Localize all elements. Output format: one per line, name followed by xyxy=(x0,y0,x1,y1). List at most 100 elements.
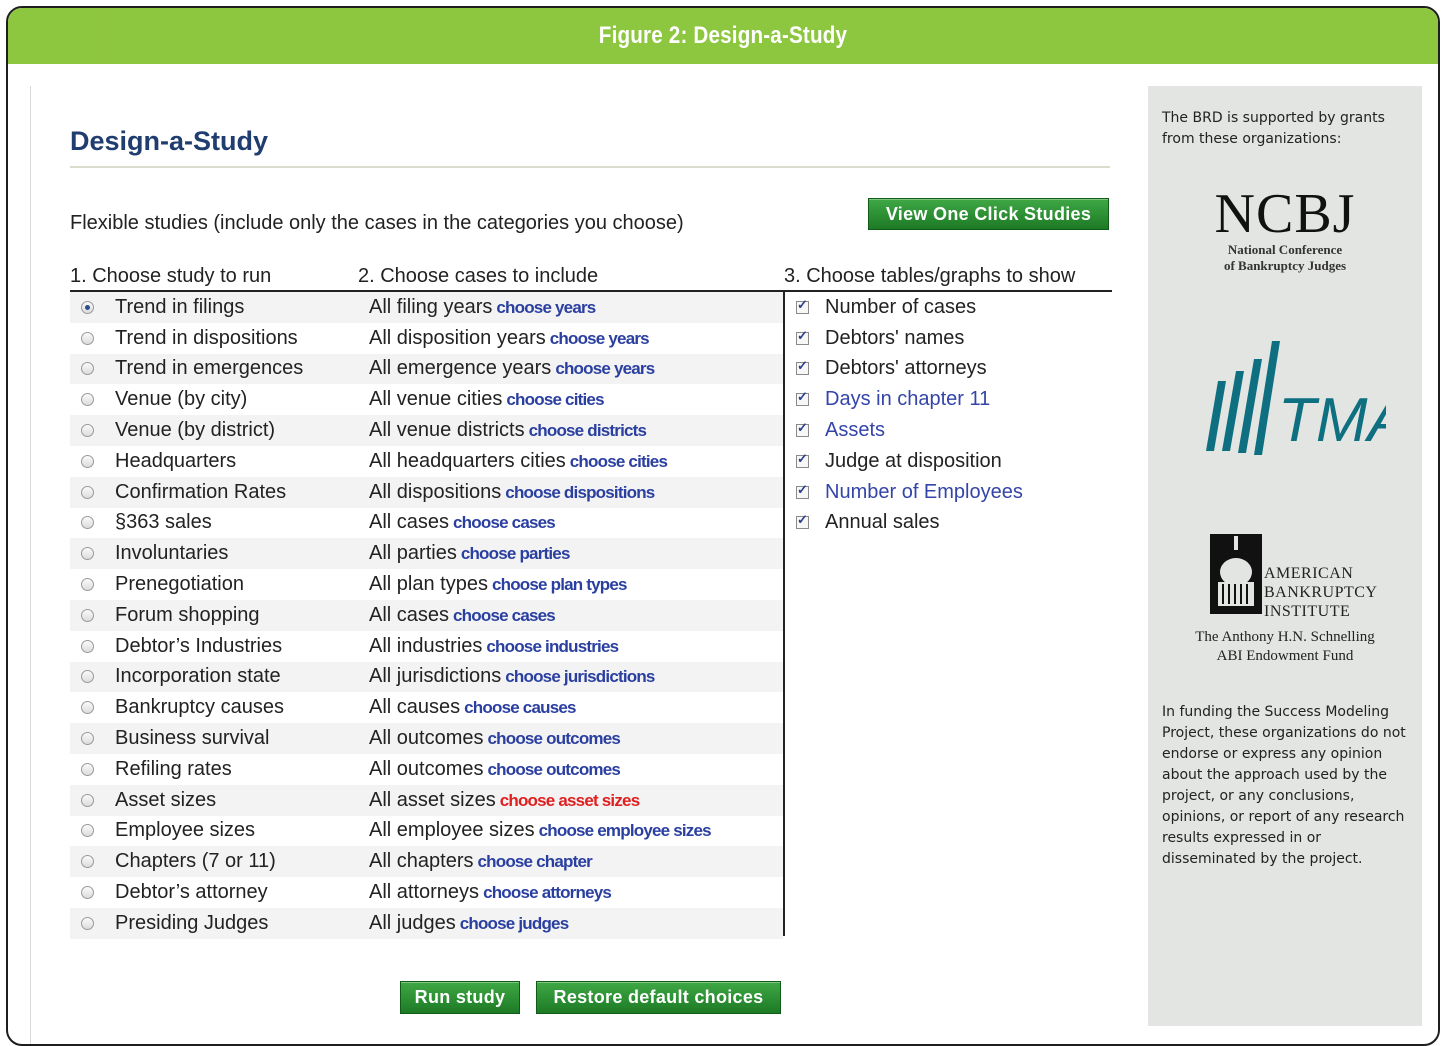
cases-cell: All emergence years choose years xyxy=(369,357,783,380)
choose-link[interactable]: choose asset sizes xyxy=(500,791,640,810)
abi-name: AMERICAN BANKRUPTCY INSTITUTE xyxy=(1264,564,1377,621)
page-title: Design-a-Study xyxy=(70,126,269,156)
table-checkbox[interactable] xyxy=(796,358,809,376)
ncbj-logo: NCBJ National Conference of Bankruptcy J… xyxy=(1148,186,1422,274)
choose-link[interactable]: choose years xyxy=(555,359,655,378)
column-divider xyxy=(783,290,785,936)
choose-link[interactable]: choose cases xyxy=(453,606,556,625)
study-radio[interactable] xyxy=(81,855,94,869)
cases-cell: All filing years choose years xyxy=(369,296,783,319)
study-label: Trend in dispositions xyxy=(115,326,298,349)
study-radio[interactable] xyxy=(81,547,94,561)
cases-cell: All plan types choose plan types xyxy=(369,573,783,596)
study-radio[interactable] xyxy=(81,331,94,345)
study-label: Debtor’s attorney xyxy=(115,881,268,904)
ncbj-name-line2: of Bankruptcy Judges xyxy=(1223,258,1347,273)
table-checkbox[interactable] xyxy=(796,482,809,499)
view-one-click-studies-button[interactable]: View One Click Studies xyxy=(868,198,1109,230)
study-row: Involuntaries All parties choose parties xyxy=(70,538,783,570)
study-radio[interactable] xyxy=(81,578,94,592)
table-checkbox[interactable] xyxy=(796,451,809,468)
table-option: Number of cases xyxy=(796,292,1023,323)
study-radio[interactable] xyxy=(81,732,94,746)
study-row: Venue (by district) All venue districts ch… xyxy=(70,415,783,446)
study-label: Forum shopping xyxy=(115,603,260,626)
choose-link[interactable]: choose employee sizes xyxy=(539,821,712,840)
study-row: Trend in dispositions All disposition yea… xyxy=(70,323,783,354)
choose-link[interactable]: choose plan types xyxy=(492,575,628,594)
choose-link[interactable]: choose parties xyxy=(461,544,571,563)
table-option-label[interactable]: Days in chapter 11 xyxy=(825,388,990,411)
choose-link[interactable]: choose attorneys xyxy=(483,883,612,902)
study-label: Venue (by city) xyxy=(115,388,248,411)
cases-cell: All venue cities choose cities xyxy=(369,388,783,411)
study-radio[interactable] xyxy=(81,701,94,715)
study-radio[interactable] xyxy=(81,824,94,838)
cases-label: All cases xyxy=(369,511,450,534)
choose-link[interactable]: choose years xyxy=(550,329,650,348)
study-row: Refiling rates All outcomes choose outcome… xyxy=(70,754,783,785)
table-checkbox[interactable] xyxy=(796,297,809,314)
study-radio[interactable] xyxy=(81,424,94,438)
cases-cell: All disposition years choose years xyxy=(369,327,783,350)
choose-link[interactable]: choose causes xyxy=(464,698,576,717)
ncbj-logo-text: NCBJ xyxy=(1214,183,1356,245)
cases-cell: All employee sizes choose employee sizes xyxy=(369,819,783,842)
study-radio[interactable] xyxy=(81,886,94,900)
choose-link[interactable]: choose judges xyxy=(460,914,569,933)
cases-label: All industries xyxy=(369,634,483,657)
tables-list: Number of cases Debtors' names Debtors' at… xyxy=(796,292,1023,538)
choose-link[interactable]: choose jurisdictions xyxy=(505,667,655,686)
study-label: Chapters (7 or 11) xyxy=(115,850,276,873)
study-radio[interactable] xyxy=(81,670,94,684)
cases-label: All headquarters cities xyxy=(369,449,566,472)
study-radio[interactable] xyxy=(81,793,94,807)
capitol-dome-icon xyxy=(1210,534,1262,614)
study-label: Prenegotiation xyxy=(115,573,244,596)
table-option: Debtors' names xyxy=(796,323,1023,354)
cases-cell: All cases choose cases xyxy=(369,604,783,627)
tma-logo: TMA xyxy=(1206,341,1386,455)
study-radio[interactable] xyxy=(81,516,94,530)
table-checkbox[interactable] xyxy=(796,512,809,530)
table-option-label[interactable]: Assets xyxy=(825,419,885,442)
table-checkbox[interactable] xyxy=(796,328,809,345)
sidebar-intro: The BRD is supported by grants from thes… xyxy=(1162,110,1385,147)
table-option: Assets xyxy=(796,415,1023,446)
run-study-button[interactable]: Run study xyxy=(400,981,520,1014)
restore-default-choices-button[interactable]: Restore default choices xyxy=(536,981,781,1014)
cases-label: All plan types xyxy=(369,573,488,596)
cases-label: All filing years xyxy=(369,295,493,318)
choose-link[interactable]: choose industries xyxy=(486,637,619,656)
table-checkbox[interactable] xyxy=(796,420,809,438)
choose-link[interactable]: choose districts xyxy=(529,421,647,440)
table-checkbox[interactable] xyxy=(796,389,809,407)
study-radio[interactable] xyxy=(81,454,94,468)
choose-link[interactable]: choose outcomes xyxy=(488,760,621,779)
study-row: Business survival All outcomes choose outc… xyxy=(70,723,783,754)
study-radio[interactable] xyxy=(81,639,94,653)
study-radio[interactable] xyxy=(81,485,94,499)
study-radio[interactable] xyxy=(81,916,94,930)
study-label: Involuntaries xyxy=(115,542,229,565)
figure-frame: Figure 2: Design-a-Study Design-a-Study … xyxy=(6,6,1440,1046)
choose-link[interactable]: choose years xyxy=(496,298,596,317)
choose-link[interactable]: choose cases xyxy=(453,513,556,532)
study-radio[interactable] xyxy=(81,362,94,376)
cases-label: All disposition years xyxy=(369,326,546,349)
column-header-cases: 2. Choose cases to include xyxy=(358,265,599,287)
study-radio[interactable] xyxy=(81,762,94,776)
study-row: Presiding Judges All judges choose judges xyxy=(70,907,783,939)
study-radio[interactable] xyxy=(81,300,94,314)
study-radio[interactable] xyxy=(81,608,94,622)
study-radio[interactable] xyxy=(81,393,94,407)
choose-link[interactable]: choose dispositions xyxy=(505,483,655,502)
cases-label: All venue districts xyxy=(369,419,525,442)
choose-link[interactable]: choose cities xyxy=(506,390,604,409)
cases-cell: All industries choose industries xyxy=(369,635,783,658)
choose-link[interactable]: choose outcomes xyxy=(488,729,621,748)
choose-link[interactable]: choose chapter xyxy=(478,852,593,871)
table-option-label[interactable]: Number of Employees xyxy=(825,481,1023,504)
cases-label: All attorneys xyxy=(369,881,480,904)
choose-link[interactable]: choose cities xyxy=(570,452,668,471)
